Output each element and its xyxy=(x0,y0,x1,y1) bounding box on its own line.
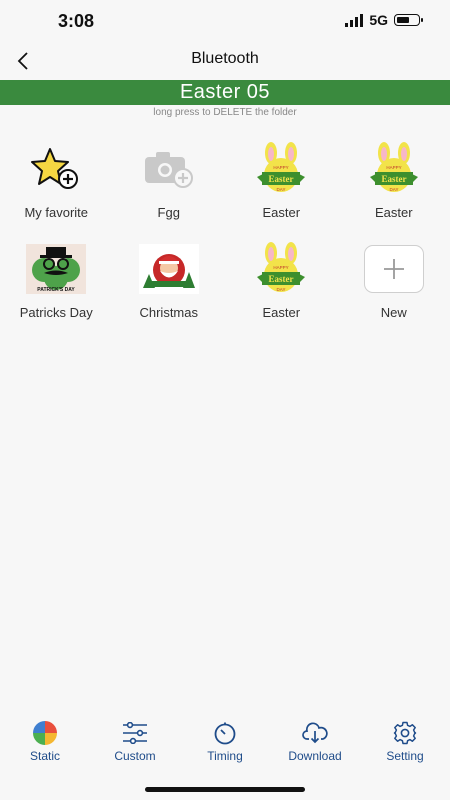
plus-icon xyxy=(383,259,404,279)
svg-text:Easter: Easter xyxy=(269,174,294,184)
patricks-day-image: PATRICK'S DAY xyxy=(26,244,87,294)
folder-title-banner[interactable]: Easter 05 xyxy=(0,80,450,105)
signal-icon xyxy=(345,13,364,27)
new-folder-button[interactable] xyxy=(363,245,424,293)
grid-item-easter-2[interactable]: HAPPY Easter DAY Easter xyxy=(338,138,450,238)
grid-item-my-favorite[interactable]: My favorite xyxy=(0,138,113,238)
nav-bar: Bluetooth xyxy=(0,44,450,78)
color-wheel-icon xyxy=(33,721,57,745)
tab-download[interactable]: Download xyxy=(270,720,360,770)
folder-grid: My favorite Fgg HAPPY Easter DAY Easter … xyxy=(0,138,450,338)
tab-custom[interactable]: Custom xyxy=(90,720,180,770)
tab-timing[interactable]: Timing xyxy=(180,720,270,770)
tab-setting[interactable]: Setting xyxy=(360,720,450,770)
svg-text:DAY: DAY xyxy=(389,187,398,192)
grid-item-fgg[interactable]: Fgg xyxy=(113,138,226,238)
svg-text:PATRICK'S DAY: PATRICK'S DAY xyxy=(38,287,76,293)
grid-item-easter-3[interactable]: HAPPY Easter DAY Easter xyxy=(225,238,338,338)
svg-text:HAPPY: HAPPY xyxy=(274,265,289,270)
home-indicator[interactable] xyxy=(145,787,305,792)
battery-icon xyxy=(394,14,423,26)
grid-item-easter-1[interactable]: HAPPY Easter DAY Easter xyxy=(225,138,338,238)
grid-item-new[interactable]: New xyxy=(338,238,450,338)
sliders-icon xyxy=(123,722,147,744)
svg-text:HAPPY: HAPPY xyxy=(386,165,401,170)
easter-bunny-image: HAPPY Easter DAY xyxy=(369,142,418,192)
star-add-icon xyxy=(31,148,79,189)
status-indicators: 5G xyxy=(345,12,423,28)
delete-hint: long press to DELETE the folder xyxy=(153,107,297,118)
gear-icon xyxy=(393,721,417,745)
svg-text:Easter: Easter xyxy=(269,274,294,284)
tab-static[interactable]: Static xyxy=(0,720,90,770)
bottom-tab-bar: Static Custom Timing Download Setting xyxy=(0,720,450,770)
svg-text:DAY: DAY xyxy=(277,187,286,192)
easter-bunny-image: HAPPY Easter DAY xyxy=(257,142,306,192)
grid-item-patricks-day[interactable]: PATRICK'S DAY Patricks Day xyxy=(0,238,113,338)
status-bar: 3:08 5G xyxy=(0,0,450,44)
network-label: 5G xyxy=(369,12,388,28)
grid-item-christmas[interactable]: Christmas xyxy=(113,238,226,338)
svg-text:DAY: DAY xyxy=(277,287,286,292)
page-title: Bluetooth xyxy=(191,50,259,67)
easter-bunny-image: HAPPY Easter DAY xyxy=(257,242,306,292)
timer-icon xyxy=(214,722,236,745)
svg-text:HAPPY: HAPPY xyxy=(274,165,289,170)
cloud-download-icon xyxy=(302,722,328,744)
svg-text:Easter: Easter xyxy=(381,174,406,184)
status-time: 3:08 xyxy=(58,11,95,31)
christmas-santa-image xyxy=(138,244,199,294)
camera-add-icon xyxy=(144,152,193,188)
